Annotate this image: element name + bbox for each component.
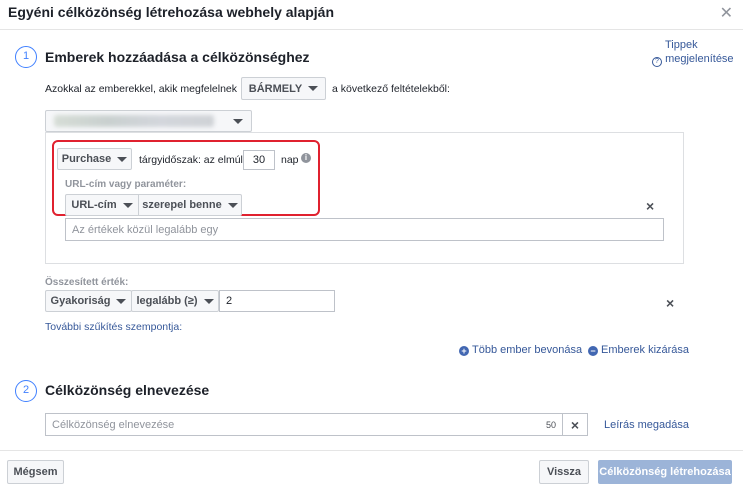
close-icon[interactable]: ✕: [720, 3, 733, 23]
url-dropdown-label: URL-cím: [71, 199, 117, 211]
back-button[interactable]: Vissza: [539, 460, 589, 484]
exclude-label[interactable]: Emberek kizárása: [601, 344, 689, 356]
char-counter: 50: [545, 419, 556, 430]
tips-link[interactable]: Tippek: [665, 39, 698, 51]
step-1-title: Emberek hozzáadása a célközönséghez: [45, 49, 310, 65]
match-any-dropdown[interactable]: BÁRMELY: [241, 77, 326, 100]
chevron-down-icon: [308, 86, 319, 91]
more-refinement-link[interactable]: További szűkítés szempontja:: [45, 321, 182, 333]
url-dropdown[interactable]: URL-cím: [65, 194, 139, 216]
condition-dropdown[interactable]: szerepel benne: [138, 194, 242, 216]
step-2-title: Célközönség elnevezése: [45, 382, 210, 398]
retention-unit: nap: [281, 154, 299, 166]
aggregate-operator-label: legalább (≥): [136, 295, 198, 307]
close-icon: ×: [570, 416, 580, 433]
tips-link-line1[interactable]: Tippek: [665, 39, 698, 51]
step-2-badge: 2: [15, 380, 37, 402]
clear-name-button[interactable]: ×: [562, 413, 588, 436]
match-suffix: a következő feltételekből:: [332, 83, 450, 95]
aggregate-value-input[interactable]: 2: [219, 290, 335, 312]
event-label: Purchase: [61, 153, 112, 165]
dialog-header: Egyéni célközönség létrehozása webhely a…: [0, 0, 743, 30]
url-param-label: URL-cím vagy paraméter:: [65, 179, 187, 190]
chevron-down-icon: [116, 298, 127, 304]
chevron-down-icon: [122, 202, 133, 208]
aggregate-operator-dropdown[interactable]: legalább (≥): [131, 290, 219, 312]
match-any-label: BÁRMELY: [248, 82, 303, 95]
dialog-title: Egyéni célközönség létrehozása webhely a…: [8, 4, 335, 20]
tips-link-line2-wrap[interactable]: ? megjelenítése: [652, 53, 734, 67]
chevron-down-icon: [203, 298, 214, 304]
condition-dropdown-label: szerepel benne: [142, 199, 222, 211]
minus-circle-icon: −: [588, 346, 598, 356]
retention-label: tárgyidőszak: az elmúlt: [139, 154, 246, 166]
match-prefix: Azokkal az emberekkel, akik megfelelnek: [45, 83, 238, 95]
aggregate-metric-label: Gyakoriság: [50, 295, 111, 307]
chevron-down-icon: [117, 156, 128, 162]
plus-circle-icon: +: [459, 346, 469, 356]
pixel-source-dropdown[interactable]: [45, 110, 252, 132]
step-1-badge: 1: [15, 46, 37, 68]
exclude-link[interactable]: − Emberek kizárása: [588, 344, 689, 356]
retention-days-input[interactable]: 30: [243, 150, 275, 170]
chevron-down-icon: [233, 118, 243, 124]
lightbulb-icon: ?: [652, 57, 662, 67]
aggregate-label: Összesített érték:: [45, 277, 129, 288]
include-more-link[interactable]: + Több ember bevonása: [459, 344, 582, 356]
values-input[interactable]: Az értékek közül legalább egy: [65, 218, 664, 241]
add-description-link[interactable]: Leírás megadása: [604, 419, 689, 431]
values-placeholder: Az értékek közül legalább egy: [72, 223, 219, 236]
remove-aggregate-icon[interactable]: ×: [666, 295, 674, 311]
info-icon[interactable]: i: [301, 153, 311, 163]
chevron-down-icon: [227, 202, 238, 208]
event-dropdown[interactable]: Purchase: [57, 148, 132, 170]
audience-name-placeholder: Célközönség elnevezése: [52, 418, 175, 431]
cancel-button[interactable]: Mégsem: [7, 460, 64, 484]
tips-link-line2[interactable]: megjelenítése: [665, 53, 734, 65]
include-more-label[interactable]: Több ember bevonása: [472, 344, 582, 356]
pixel-source-blurred: [54, 115, 214, 127]
aggregate-metric-dropdown[interactable]: Gyakoriság: [45, 290, 132, 312]
audience-name-input[interactable]: Célközönség elnevezése 50: [45, 413, 563, 436]
create-audience-button[interactable]: Célközönség létrehozása: [598, 460, 732, 484]
remove-rule-icon[interactable]: ×: [646, 198, 654, 214]
